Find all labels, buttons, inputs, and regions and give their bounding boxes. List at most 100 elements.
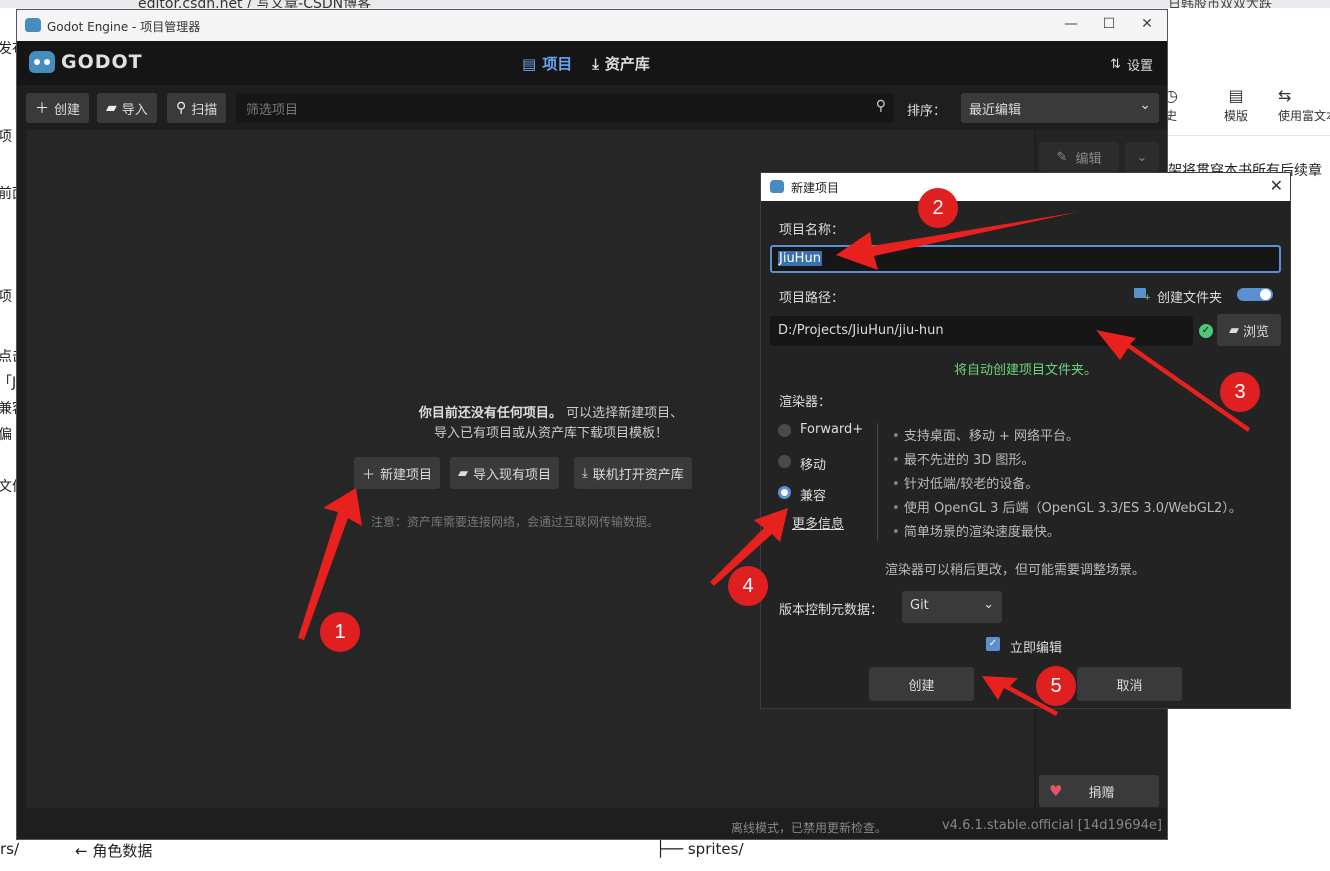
cancel-button[interactable]: 取消	[1077, 667, 1182, 701]
button-label: 创建	[54, 102, 81, 118]
button-label: 捐赠	[1088, 785, 1115, 801]
browser-search-text[interactable]: 日韩股市双双大跌	[1168, 0, 1272, 8]
plus-icon: ＋	[362, 467, 376, 483]
chevron-down-icon: ⌄	[1136, 149, 1148, 165]
check-icon: ✓	[1199, 324, 1213, 338]
annotation-badge: 5	[1036, 666, 1076, 706]
new-project-button[interactable]: ＋ 新建项目	[354, 457, 441, 489]
divider	[877, 423, 878, 541]
browser-url[interactable]: editor.csdn.net / 写文章-CSDN博客	[138, 0, 371, 8]
heart-icon: ♥	[1049, 782, 1063, 800]
folder-icon: ▰	[106, 100, 117, 116]
donate-button[interactable]: ♥ 捐赠	[1039, 775, 1159, 807]
settings-button[interactable]: ⇅ 设置	[1110, 55, 1153, 74]
renderer-features: 支持桌面、移动 + 网络平台。 最不先进的 3D 图形。 针对低端/较老的设备。…	[892, 425, 1242, 545]
path-hint: 将自动创建项目文件夹。	[953, 363, 1097, 378]
download-icon: ⤓	[592, 54, 599, 73]
rich-text-icon: ⇆	[1278, 86, 1292, 105]
annotation-badge: 2	[918, 188, 958, 228]
edit-now-checkbox[interactable]: ✓	[986, 637, 1000, 651]
bg-fragment: 前面	[0, 186, 16, 202]
bg-fragment: 偏	[0, 427, 12, 443]
scan-button[interactable]: ⚲ 扫描	[167, 93, 227, 123]
background-editor-left: 发布 项 前面 项 点击 「J 兼容 偏 文件	[0, 8, 16, 871]
close-icon[interactable]: ✕	[1270, 176, 1283, 195]
tab-projects[interactable]: ▤ 项目	[522, 53, 572, 74]
top-bar: GODOT ▤ 项目 ⤓ 资产库 ⇅ 设置	[17, 41, 1167, 85]
annotation-badge: 1	[320, 612, 360, 652]
sliders-icon: ⇅	[1110, 57, 1121, 72]
feature-item: 简单场景的渲染速度最快。	[892, 521, 1242, 545]
toolbar-rich-text[interactable]: ⇆ 使用富文本	[1278, 86, 1330, 124]
bg-fragment: 点击	[0, 349, 16, 365]
pencil-icon: ✎	[1056, 149, 1068, 165]
tab-asset-library[interactable]: ⤓ 资产库	[592, 53, 650, 74]
template-icon: ▤	[1228, 86, 1244, 105]
button-label: 导入	[121, 102, 148, 118]
import-existing-button[interactable]: ▰ 导入现有项目	[450, 457, 560, 489]
renderer-option-label[interactable]: Forward+	[800, 422, 863, 437]
edit-button[interactable]: ✎ 编辑	[1039, 142, 1119, 172]
button-label: 浏览	[1242, 324, 1269, 340]
browse-button[interactable]: ▰ 浏览	[1217, 314, 1281, 346]
sort-select[interactable]: 最近编辑 ⌄	[961, 93, 1159, 123]
create-folder-toggle[interactable]	[1237, 288, 1273, 301]
renderer-radio-mobile[interactable]	[778, 455, 791, 468]
renderer-option-label[interactable]: 移动	[800, 454, 826, 473]
offline-status: 离线模式，已禁用更新检查。	[731, 821, 888, 835]
sort-label: 排序：	[907, 104, 947, 119]
renderer-option-label[interactable]: 兼容	[800, 485, 826, 504]
bg-fragment: rs/	[0, 840, 20, 858]
settings-label: 设置	[1126, 59, 1153, 74]
godot-logo-icon	[770, 180, 784, 193]
edit-menu-button[interactable]: ⌄	[1125, 142, 1159, 172]
vcs-select[interactable]: Git ⌄	[902, 591, 1002, 623]
feature-item: 针对低端/较老的设备。	[892, 473, 1242, 497]
bg-fragment: 「J	[0, 375, 16, 391]
button-label: 联机打开资产库	[592, 467, 684, 483]
feature-item: 最不先进的 3D 图形。	[892, 449, 1242, 473]
network-note: 注意：资产库需要连接网络，会通过互联网传输数据。	[371, 515, 660, 529]
close-icon[interactable]: ✕	[1137, 16, 1157, 32]
renderer-radio-forward[interactable]	[778, 424, 791, 437]
open-asset-library-button[interactable]: ⤓ 联机打开资产库	[574, 457, 692, 489]
create-button[interactable]: ＋ 创建	[26, 93, 90, 123]
project-name-input[interactable]: JiuHun	[770, 245, 1281, 273]
minimize-icon[interactable]: —	[1061, 16, 1081, 32]
create-project-button[interactable]: 创建	[869, 667, 974, 701]
renderer-label: 渲染器：	[779, 395, 832, 410]
edit-now-label: 立即编辑	[1010, 641, 1063, 656]
tool-label: 使用富文本	[1278, 109, 1330, 123]
dialog-title: 新建项目	[791, 181, 840, 195]
window-title: Godot Engine - 项目管理器	[47, 20, 201, 34]
version-label[interactable]: v4.6.1.stable.official [14d19694e]	[942, 818, 1162, 833]
download-icon: ⤓	[582, 465, 588, 481]
filter-projects-input[interactable]: 筛选项目 ⚲	[236, 93, 894, 123]
toolbar-template[interactable]: ▤ 模版	[1224, 86, 1248, 124]
main-tabs: ▤ 项目 ⤓ 资产库	[522, 53, 650, 74]
godot-logo-icon	[25, 18, 41, 32]
vcs-value: Git	[910, 598, 929, 613]
godot-logo-icon	[29, 51, 55, 73]
button-label: 编辑	[1075, 151, 1102, 167]
folder-icon: ▰	[458, 465, 468, 481]
folder-icon: ▰	[1228, 322, 1239, 338]
empty-message-line2: 导入已有项目或从资产库下载项目模板！	[433, 426, 668, 441]
maximize-icon[interactable]: ☐	[1099, 16, 1119, 32]
search-icon: ⚲	[176, 100, 187, 116]
project-list-icon: ▤	[522, 54, 537, 73]
chevron-down-icon: ⌄	[1139, 97, 1151, 113]
chevron-down-icon: ⌄	[983, 597, 994, 612]
plus-icon: ＋	[35, 101, 49, 117]
annotation-badge: 3	[1220, 372, 1260, 412]
renderer-radio-compatibility[interactable]	[778, 486, 791, 499]
button-label: 新建项目	[380, 467, 433, 483]
project-path-input[interactable]: D:/Projects/JiuHun/jiu-hun	[770, 316, 1193, 346]
more-info-link[interactable]: 更多信息	[792, 513, 844, 532]
feature-item: 支持桌面、移动 + 网络平台。	[892, 425, 1242, 449]
import-button[interactable]: ▰ 导入	[97, 93, 157, 123]
background-editor-bottom: rs/ ← 角色数据 ├── sprites/	[0, 840, 1168, 871]
bg-fragment: 项	[0, 289, 12, 305]
godot-brand: GODOT	[29, 51, 143, 73]
project-path-label: 项目路径：	[779, 291, 845, 306]
